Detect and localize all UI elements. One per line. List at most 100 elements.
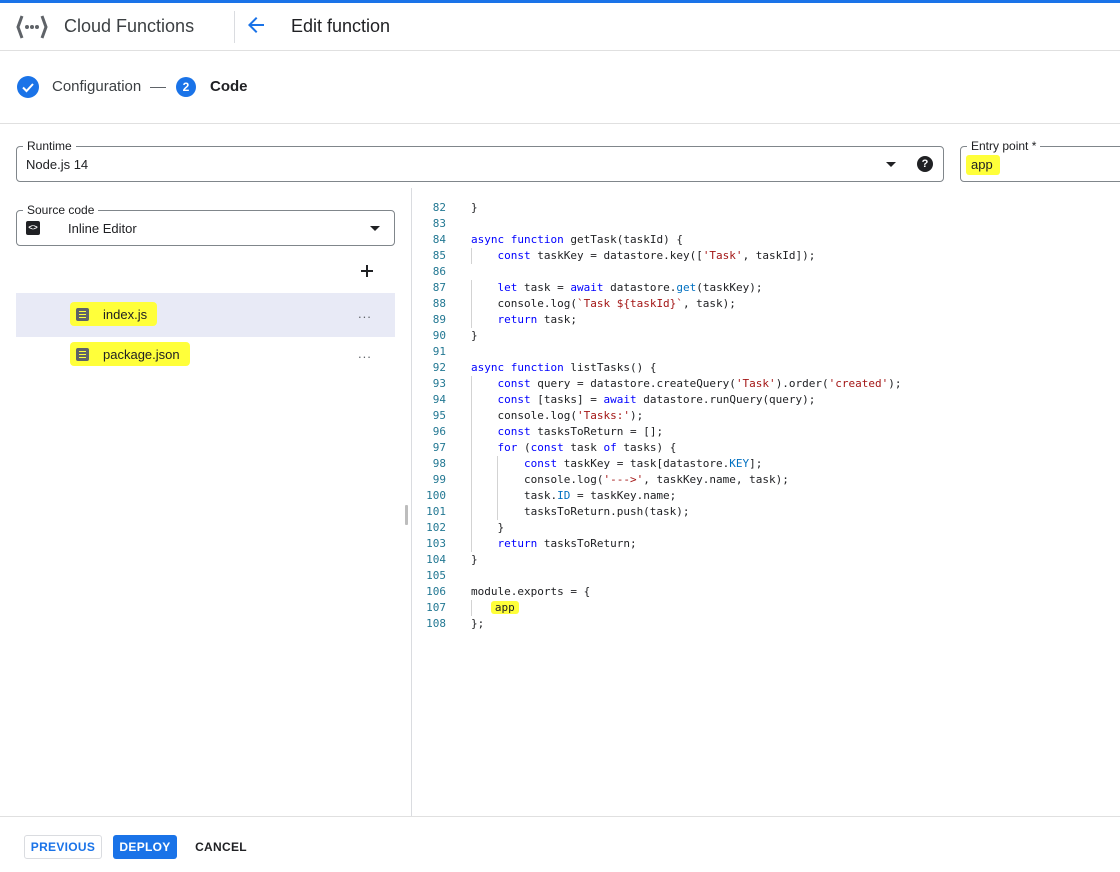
- check-circle-icon: [17, 76, 39, 98]
- code-text: }: [471, 329, 478, 342]
- line-number: 90: [432, 329, 446, 342]
- code-line: 108};: [412, 616, 1120, 632]
- code-text: const taskKey = datastore.key(['Task', t…: [497, 249, 816, 262]
- line-number: 103: [426, 537, 446, 550]
- line-number: 105: [426, 569, 446, 582]
- step-configuration[interactable]: Configuration: [52, 78, 141, 95]
- indent-guide: [497, 472, 499, 488]
- indent-guide: [471, 392, 472, 408]
- line-number: 84: [432, 233, 446, 246]
- code-text: }: [471, 521, 505, 534]
- code-line: 85 const taskKey = datastore.key(['Task'…: [412, 248, 1120, 264]
- line-number: 95: [432, 409, 446, 422]
- line-number: 101: [426, 505, 446, 518]
- code-line: 84 async function getTask(taskId) {: [412, 232, 1120, 248]
- step-code: Code: [210, 78, 248, 95]
- file-name: package.json: [103, 346, 180, 362]
- runtime-select[interactable]: Runtime Node.js 14 ?: [16, 139, 944, 182]
- help-icon[interactable]: ?: [917, 156, 933, 172]
- indent-guide: [471, 520, 472, 536]
- code-line: 97 for (const task of tasks) {: [412, 440, 1120, 456]
- line-number: 97: [432, 441, 446, 454]
- code-text: task.ID = taskKey.name;: [471, 489, 677, 502]
- add-file-icon[interactable]: [358, 262, 376, 280]
- code-line: 107 app: [412, 600, 1120, 616]
- code-line: 96 const tasksToReturn = [];: [412, 424, 1120, 440]
- line-number: 102: [426, 521, 446, 534]
- file-item-index-js[interactable]: index.js ...: [16, 293, 395, 337]
- code-text: return tasksToReturn;: [497, 537, 637, 550]
- indent-guide: [471, 504, 472, 520]
- code-text: }: [471, 553, 478, 566]
- code-line: 87 let task = await datastore.get(taskKe…: [412, 280, 1120, 296]
- code-text: return task;: [497, 313, 578, 326]
- file-highlight: index.js: [70, 302, 158, 326]
- code-line: 89 return task;: [412, 312, 1120, 328]
- indent-guide: [471, 424, 472, 440]
- code-line: 83: [412, 216, 1120, 232]
- code-text: console.log(`Task ${taskId}`, task);: [471, 297, 736, 310]
- code-line: 90}: [412, 328, 1120, 344]
- code-line: 100 task.ID = taskKey.name;: [412, 488, 1120, 504]
- code-line: 104}: [412, 552, 1120, 568]
- cancel-button[interactable]: CANCEL: [188, 835, 254, 859]
- code-text: const query = datastore.createQuery('Tas…: [497, 377, 902, 390]
- code-text: let task = await datastore.get(taskKey);: [497, 281, 763, 294]
- code-text: async function listTasks() {: [471, 361, 657, 374]
- back-arrow-icon[interactable]: [244, 13, 268, 37]
- line-number: 99: [432, 473, 446, 486]
- code-line: 101 tasksToReturn.push(task);: [412, 504, 1120, 520]
- line-number: 98: [432, 457, 446, 470]
- line-number: 82: [432, 201, 446, 214]
- header: Cloud Functions Edit function: [0, 3, 1120, 51]
- runtime-label: Runtime: [23, 139, 76, 153]
- more-options-icon[interactable]: ...: [358, 346, 372, 361]
- code-text: for (const task of tasks) {: [497, 441, 677, 454]
- code-text: const taskKey = task[datastore.KEY];: [523, 457, 763, 470]
- file-item-package-json[interactable]: package.json ...: [16, 333, 395, 377]
- indent-guide: [471, 280, 472, 296]
- footer: PREVIOUS DEPLOY CANCEL: [0, 816, 1120, 872]
- source-code-select[interactable]: Source code <> Inline Editor: [16, 203, 395, 246]
- file-icon: [76, 307, 89, 321]
- code-line: 106 module.exports = {: [412, 584, 1120, 600]
- source-code-value: Inline Editor: [68, 221, 137, 236]
- line-number: 89: [432, 313, 446, 326]
- resize-handle[interactable]: [405, 505, 408, 525]
- header-divider: [234, 11, 235, 43]
- more-options-icon[interactable]: ...: [358, 306, 372, 321]
- line-number: 96: [432, 425, 446, 438]
- code-line: 95 console.log('Tasks:');: [412, 408, 1120, 424]
- entry-point-field[interactable]: Entry point * app: [960, 139, 1120, 182]
- entry-point-label: Entry point *: [967, 139, 1041, 153]
- code-line: 94 const [tasks] = await datastore.runQu…: [412, 392, 1120, 408]
- indent-guide: [497, 488, 499, 504]
- deploy-button[interactable]: DEPLOY: [113, 835, 177, 859]
- line-number: 83: [432, 217, 446, 230]
- indent-guide: [471, 536, 472, 552]
- code-text: const [tasks] = await datastore.runQuery…: [497, 393, 816, 406]
- code-line: 86: [412, 264, 1120, 280]
- code-text: module.exports = {: [471, 585, 591, 598]
- indent-guide: [497, 456, 499, 472]
- entry-point-value[interactable]: app: [966, 155, 1000, 175]
- line-number: 100: [426, 489, 446, 502]
- code-line: 103 return tasksToReturn;: [412, 536, 1120, 552]
- code-editor[interactable]: 82} 83 84 async function getTask(taskId) {8…: [412, 200, 1120, 816]
- step-number-badge: 2: [176, 77, 196, 97]
- code-text: const tasksToReturn = [];: [497, 425, 664, 438]
- file-icon: [76, 347, 89, 361]
- line-number: 87: [432, 281, 446, 294]
- code-line: 102 }: [412, 520, 1120, 536]
- line-number: 85: [432, 249, 446, 262]
- indent-guide: [471, 296, 472, 312]
- indent-guide: [471, 248, 472, 264]
- stepper: Configuration 2 Code: [0, 52, 1120, 124]
- previous-button[interactable]: PREVIOUS: [24, 835, 102, 859]
- code-line: 105: [412, 568, 1120, 584]
- file-highlight: package.json: [70, 342, 190, 366]
- code-text: };: [471, 617, 485, 630]
- code-line: 93 const query = datastore.createQuery('…: [412, 376, 1120, 392]
- indent-guide: [471, 408, 472, 424]
- line-number: 86: [432, 265, 446, 278]
